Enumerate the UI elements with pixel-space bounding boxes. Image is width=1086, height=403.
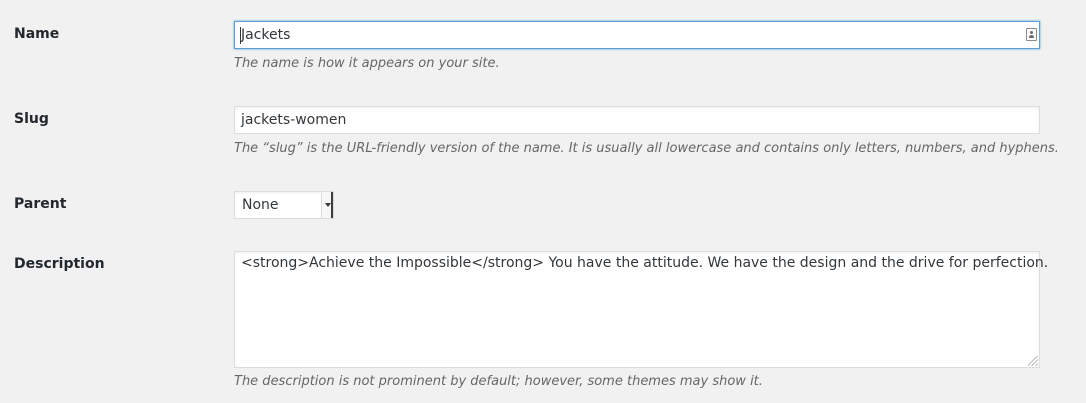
name-input[interactable]: Jackets — [234, 21, 1040, 49]
parent-select-value: None — [242, 197, 279, 213]
parent-select[interactable]: None — [234, 191, 334, 219]
description-textarea-value: <strong>Achieve the Impossible</strong> … — [241, 255, 1049, 271]
resize-handle-icon[interactable] — [1028, 356, 1038, 366]
description-textarea[interactable]: <strong>Achieve the Impossible</strong> … — [234, 251, 1049, 368]
name-input-value: Jackets — [241, 27, 291, 43]
description-help-text: The description is not prominent by defa… — [234, 374, 763, 389]
contact-card-icon[interactable] — [1026, 28, 1037, 41]
name-label: Name — [14, 26, 60, 42]
dropdown-arrow-icon[interactable] — [321, 192, 333, 218]
name-help-text: The name is how it appears on your site. — [234, 56, 500, 71]
parent-label: Parent — [14, 196, 67, 212]
slug-input[interactable]: jackets-women — [234, 106, 1040, 134]
description-label: Description — [14, 256, 105, 272]
slug-label: Slug — [14, 111, 49, 127]
slug-help-text: The “slug” is the URL-friendly version o… — [234, 141, 1059, 156]
slug-input-value: jackets-women — [241, 112, 347, 128]
